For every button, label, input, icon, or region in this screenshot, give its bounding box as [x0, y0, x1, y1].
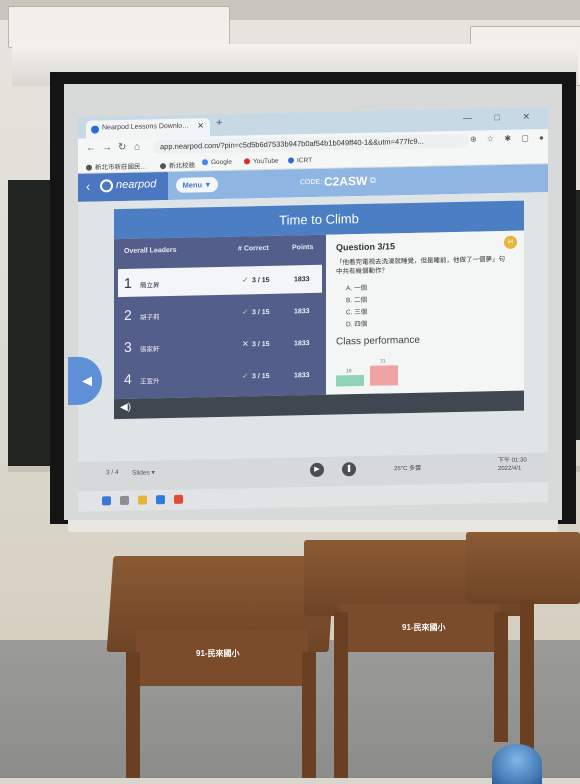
desk-leg: [302, 652, 316, 778]
performance-bar-label: 31: [380, 358, 386, 365]
check-icon: ✓: [242, 371, 249, 381]
leader-name: 王宣升: [140, 378, 160, 386]
nearpod-favicon-icon: [91, 125, 99, 134]
leader-score: 3 / 15: [252, 372, 270, 381]
slides-dropdown[interactable]: Slides ▾: [132, 468, 155, 476]
answer-option: B. 二個: [346, 296, 367, 305]
menu-button[interactable]: Menu ▼: [176, 176, 218, 193]
reload-icon[interactable]: ↻: [118, 142, 126, 153]
speaker-icon[interactable]: ◀): [120, 402, 131, 413]
bookmark-item[interactable]: 新北校務: [160, 159, 195, 170]
correct-header: # Correct: [238, 244, 269, 253]
leader-score: 3 / 15: [252, 276, 270, 285]
triangle-left-icon: ◀: [82, 372, 92, 388]
close-tab-icon[interactable]: ✕: [197, 121, 204, 130]
check-icon: ✓: [242, 307, 249, 317]
leaderboard-panel: Overall Leaders # Correct Points 1 簡立昇 ✓…: [114, 234, 326, 400]
leader-row: 4 王宣升 ✓ 3 / 15 1833: [118, 361, 322, 393]
desk-leg: [520, 600, 534, 750]
desk-leg: [126, 652, 140, 778]
performance-bar: [370, 365, 398, 386]
leader-row: 1 簡立昇 ✓ 3 / 15 1833: [118, 264, 322, 298]
nearpod-logo-text: nearpod: [116, 178, 157, 192]
desk-leg: [494, 612, 508, 742]
start-icon[interactable]: [102, 496, 111, 506]
tab-title: Nearpod Lessons Downlo…: [102, 122, 190, 132]
back-arrow-icon[interactable]: ←: [86, 143, 96, 154]
system-clock: 下午 01:30 2022/4/1: [498, 457, 527, 474]
leader-row: 3 張家軒 ✕ 3 / 15 1833: [118, 329, 322, 361]
edge-icon[interactable]: [156, 495, 165, 505]
chrome-icon[interactable]: [174, 494, 183, 504]
leader-points: 1833: [294, 276, 310, 284]
external-link-icon[interactable]: ⧉: [370, 176, 376, 186]
projected-display: Nearpod Lessons Downlo… ✕ + — □ ✕ ← → ↻ …: [64, 84, 562, 520]
answer-option: A. 一個: [346, 284, 367, 293]
nearpod-logo-area: ‹ nearpod: [78, 172, 168, 202]
new-tab-button[interactable]: +: [216, 117, 222, 129]
extension-icons[interactable]: ⊕ ☆ ✱ ▢ ●: [470, 133, 548, 144]
check-icon: ✓: [242, 275, 249, 285]
folder-icon[interactable]: [138, 495, 147, 505]
bookmark-item[interactable]: YouTube: [244, 158, 279, 166]
search-icon[interactable]: [120, 495, 129, 506]
leader-points: 1833: [294, 308, 310, 316]
performance-bars: 18 31: [336, 352, 456, 395]
performance-bar-label: 18: [346, 368, 352, 375]
water-bottle: [492, 744, 542, 784]
question-text: 「他看完電視去洗澡就睡覺，但是睡前，他做了一個夢」句中共有幾個動作？: [336, 255, 505, 276]
window-controls[interactable]: — □ ✕: [463, 111, 540, 124]
ceiling-light-left: [8, 6, 230, 48]
bookmark-item[interactable]: ICRT: [288, 157, 312, 165]
leader-points: 1833: [294, 372, 310, 380]
forward-arrow-icon[interactable]: →: [102, 142, 112, 153]
leader-rank: 2: [124, 306, 132, 323]
leaders-header: Overall Leaders: [124, 246, 177, 255]
desk-plate-middle: 91-民來國小: [402, 623, 446, 632]
weather-indicator: 25°C 多雲: [394, 465, 422, 473]
leader-name: 簡立昇: [140, 282, 160, 290]
performance-bar: [336, 374, 364, 387]
session-code: C2ASW: [324, 173, 368, 189]
browser-window: Nearpod Lessons Downlo… ✕ + — □ ✕ ← → ↻ …: [68, 107, 548, 512]
chevron-left-icon[interactable]: ‹: [86, 179, 90, 194]
leader-points: 1833: [294, 340, 310, 348]
question-panel: Question 3/15 H 「他看完電視去洗澡就睡覺，但是睡前，他做了一個夢…: [326, 230, 524, 395]
lesson-content: Time to Climb Overall Leaders # Correct …: [78, 192, 548, 462]
leader-name: 張家軒: [140, 346, 160, 354]
cross-icon: ✕: [242, 339, 249, 349]
nearpod-logo-icon: [100, 179, 113, 193]
leader-rank: 1: [124, 274, 132, 291]
pause-button[interactable]: ❚: [342, 462, 356, 477]
leader-score: 3 / 15: [252, 308, 270, 317]
screen-bottom-bar: [68, 518, 558, 532]
page-indicator: 3 / 4: [106, 469, 119, 477]
leader-name: 胡子莉: [140, 314, 160, 322]
answer-option: D. 四個: [346, 320, 368, 329]
desk-leg: [334, 612, 348, 778]
desk-plate-left: 91-民來國小: [196, 649, 240, 658]
desk-top-right: [466, 532, 580, 604]
leader-rank: 4: [124, 370, 132, 387]
leader-score: 3 / 15: [252, 340, 270, 349]
question-number: Question 3/15: [336, 241, 396, 253]
points-header: Points: [292, 243, 314, 252]
home-icon[interactable]: ⌂: [134, 142, 140, 153]
leader-row: 2 胡子莉 ✓ 3 / 15 1833: [118, 297, 322, 329]
code-label: CODE:: [300, 178, 323, 187]
leader-rank: 3: [124, 338, 132, 355]
bookmark-item[interactable]: 新北市新莊國民…: [86, 160, 147, 172]
question-badge: H: [504, 235, 517, 249]
clock-date: 2022/4/1: [498, 465, 522, 473]
bookmark-item[interactable]: Google: [202, 159, 232, 167]
class-performance-label: Class performance: [336, 334, 420, 348]
play-button[interactable]: ▶: [310, 462, 324, 478]
answer-option: C. 三個: [346, 308, 368, 317]
